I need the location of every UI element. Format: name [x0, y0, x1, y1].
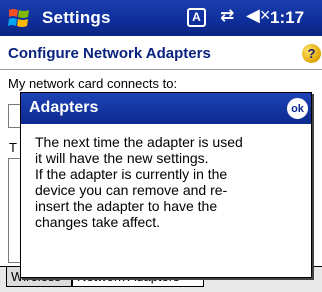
dialog-title: Adapters — [29, 99, 99, 116]
title-bar: Settings A ⇄ ◀× 1:17 — [0, 0, 322, 36]
dialog-message-line: insert the adapter to have the — [35, 198, 218, 214]
dialog-message-line: changes take affect. — [35, 214, 161, 230]
dialog-message-line: device you can remove and re- — [35, 182, 228, 198]
dialog-title-bar: Adapters ok — [21, 93, 311, 124]
dialog-message-line: If the adapter is currently in the — [35, 166, 228, 182]
help-icon[interactable]: ? — [302, 44, 321, 63]
volume-muted-icon[interactable]: ◀× — [246, 5, 270, 26]
ok-button[interactable]: ok — [287, 98, 308, 119]
dialog-message-line: it will have the new settings. — [35, 150, 209, 166]
page-title: Configure Network Adapters — [8, 45, 211, 62]
page-header: Configure Network Adapters ? — [0, 36, 322, 70]
dialog-message: The next time the adapter is used it wil… — [35, 134, 305, 230]
clock[interactable]: 1:17 — [270, 8, 304, 28]
input-mode-icon[interactable]: A — [187, 8, 206, 27]
dialog-message-line: The next time the adapter is used — [35, 134, 243, 150]
connectivity-icon[interactable]: ⇄ — [220, 6, 234, 26]
network-connects-label: My network card connects to: — [8, 76, 178, 91]
windows-flag-icon[interactable] — [6, 5, 34, 31]
adapter-list-label: T — [9, 140, 17, 155]
adapters-dialog: Adapters ok The next time the adapter is… — [20, 92, 312, 278]
app-title[interactable]: Settings — [42, 8, 111, 28]
